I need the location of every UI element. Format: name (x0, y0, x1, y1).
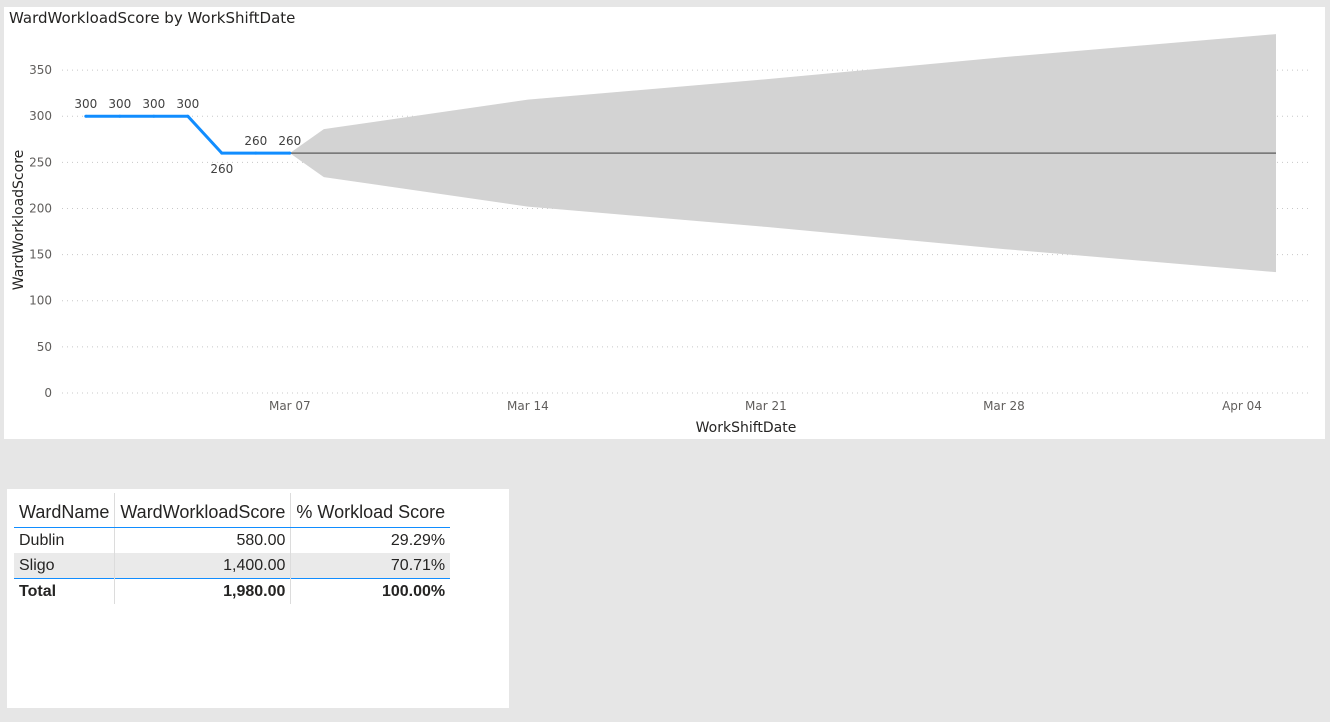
y-tick-label: 50 (37, 340, 52, 354)
cell-pct: 29.29% (290, 527, 451, 553)
x-tick-label: Mar 14 (507, 399, 549, 413)
y-tick-label: 100 (29, 294, 52, 308)
x-tick-label: Mar 21 (745, 399, 787, 413)
x-tick-label: Apr 04 (1222, 399, 1262, 413)
chart-plot: 0 50 100 150 200 250 300 350 300 300 300 300 260 260 2… (11, 34, 1310, 436)
table-header-row: WardName WardWorkloadScore % Workload Sc… (14, 493, 451, 528)
data-label: 260 (210, 162, 233, 176)
y-tick-label: 300 (29, 109, 52, 123)
table-total-row: Total 1,980.00 100.00% (14, 578, 451, 604)
data-label: 260 (278, 134, 301, 148)
data-label: 300 (74, 97, 97, 111)
data-label: 300 (176, 97, 199, 111)
line-chart-visual[interactable]: WardWorkloadScore by WorkShiftDate 0 50 10… (4, 7, 1325, 439)
table-row[interactable]: Dublin 580.00 29.29% (14, 527, 451, 553)
y-tick-label: 200 (29, 201, 52, 215)
y-tick-label: 150 (29, 248, 52, 262)
table-visual[interactable]: WardName WardWorkloadScore % Workload Sc… (7, 489, 509, 708)
data-label: 260 (244, 134, 267, 148)
cell-total-score: 1,980.00 (114, 578, 291, 604)
y-tick-label: 250 (29, 155, 52, 169)
x-tick-label: Mar 07 (269, 399, 311, 413)
cell-wardname: Sligo (14, 553, 115, 579)
data-point (152, 114, 156, 118)
column-header-wardname[interactable]: WardName (14, 493, 115, 528)
data-point (186, 114, 190, 118)
ward-table: WardName WardWorkloadScore % Workload Sc… (14, 493, 451, 604)
y-tick-label: 0 (44, 386, 52, 400)
data-point (288, 151, 292, 155)
x-tick-label: Mar 28 (983, 399, 1025, 413)
data-label: 300 (142, 97, 165, 111)
x-axis-title: WorkShiftDate (696, 420, 797, 436)
data-point (220, 151, 224, 155)
cell-score: 580.00 (114, 527, 291, 553)
cell-wardname: Dublin (19, 531, 65, 549)
data-point (118, 114, 122, 118)
data-point (254, 151, 258, 155)
y-tick-label: 350 (29, 63, 52, 77)
cell-pct: 70.71% (290, 553, 451, 579)
y-axis-title: WardWorkloadScore (11, 150, 27, 291)
data-label: 300 (108, 97, 131, 111)
column-header-pct[interactable]: % Workload Score (290, 493, 451, 528)
column-header-score[interactable]: WardWorkloadScore (114, 493, 291, 528)
cell-total-label: Total (14, 578, 115, 604)
cell-total-pct: 100.00% (290, 578, 451, 604)
table-row[interactable]: Sligo 1,400.00 70.71% (14, 553, 451, 579)
cell-score: 1,400.00 (114, 553, 291, 579)
data-point (84, 114, 88, 118)
